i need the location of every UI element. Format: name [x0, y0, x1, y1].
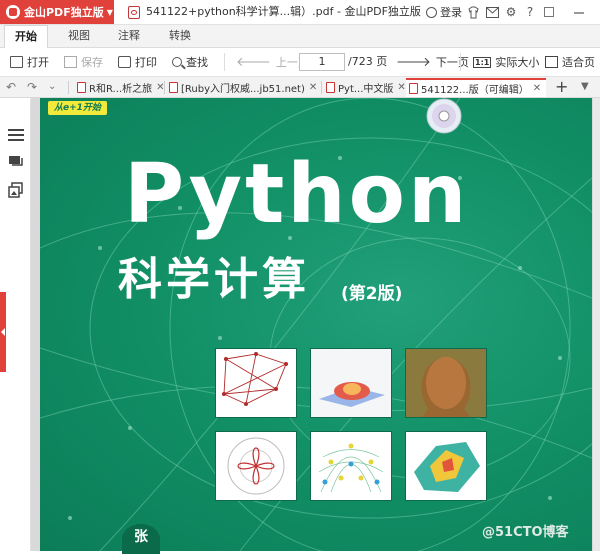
comments-icon[interactable]	[8, 155, 24, 172]
series-banner: 从e+1开始	[48, 101, 107, 115]
vertical-scrollbar[interactable]	[593, 98, 600, 551]
login-button[interactable]: 登录	[426, 0, 462, 24]
cover-author: 张	[122, 524, 160, 554]
save-button[interactable]: 保存	[64, 48, 103, 76]
pdf-file-icon	[409, 83, 418, 94]
undo-icon[interactable]: ↶	[6, 77, 16, 97]
outline-icon[interactable]	[8, 129, 24, 141]
cover-thumbnail	[405, 348, 487, 418]
page-number-input[interactable]: 1	[299, 53, 345, 71]
thumbnails-icon[interactable]	[8, 182, 24, 201]
print-icon	[118, 56, 131, 68]
page-total: /723 页	[348, 55, 388, 68]
mail-icon[interactable]	[484, 4, 500, 20]
search-icon	[172, 57, 182, 67]
doc-tab-label: 541122...版（可编辑）	[421, 85, 529, 96]
user-icon	[426, 6, 437, 18]
cover-thumbnail	[405, 431, 487, 501]
cover-edition: (第2版)	[341, 284, 403, 304]
app-menu-button[interactable]: 金山PDF独立版 ▼	[0, 0, 114, 24]
skin-icon[interactable]	[465, 4, 481, 20]
cover-title-en: Python	[124, 147, 470, 242]
close-icon[interactable]: ✕	[533, 83, 541, 94]
redo-icon[interactable]: ↷	[27, 77, 37, 97]
minimize-icon[interactable]	[571, 4, 587, 20]
tab-home[interactable]: 开始	[4, 25, 48, 48]
doc-tab-label: Pyt...中文版	[338, 84, 394, 95]
tab-divider	[164, 81, 165, 94]
close-icon[interactable]: ✕	[397, 82, 405, 93]
next-page-button[interactable]: 🡒 下一页	[396, 48, 469, 76]
doc-tab[interactable]: R和R...析之旅 ✕	[74, 78, 167, 97]
fit-page-label: 适合页	[562, 56, 595, 69]
window-title: 541122+python科学计算...辑）.pdf - 金山PDF独立版	[128, 0, 421, 24]
cover-title-cn: 科学计算	[118, 254, 310, 305]
pdf-file-icon	[169, 82, 178, 93]
doc-tab[interactable]: Pyt...中文版 ✕	[323, 78, 409, 97]
pdf-file-icon	[128, 5, 140, 19]
fit-page-icon	[545, 56, 558, 68]
cover-thumbnail	[310, 431, 392, 501]
tab-convert[interactable]: 转换	[159, 25, 201, 47]
app-logo-icon	[6, 5, 20, 19]
save-icon	[64, 56, 77, 68]
window-title-text: 541122+python科学计算...辑）.pdf - 金山PDF独立版	[146, 5, 421, 18]
find-label: 查找	[186, 56, 208, 69]
toolbar-divider	[460, 53, 461, 71]
find-button[interactable]: 查找	[172, 48, 208, 76]
chevron-down-icon: ▼	[106, 7, 113, 17]
open-label: 打开	[27, 56, 49, 69]
settings-icon[interactable]: ⚙	[503, 4, 519, 20]
print-button[interactable]: 打印	[118, 48, 157, 76]
doc-tab-active[interactable]: 541122...版（可编辑） ✕	[406, 78, 546, 97]
unknown-icon[interactable]	[541, 4, 557, 20]
cover-thumbnail	[310, 348, 392, 418]
tab-divider	[68, 81, 69, 94]
next-page-label: 下一页	[435, 56, 469, 69]
cd-disc-icon	[426, 98, 462, 134]
doc-tab-label: R和R...析之旅	[89, 84, 153, 95]
actual-size-button[interactable]: 1:1 实际大小	[473, 48, 539, 76]
new-tab-icon[interactable]: +	[555, 77, 568, 97]
cover-thumbnail	[215, 348, 297, 418]
cover-thumbnail	[215, 431, 297, 501]
sidebar-collapse-handle[interactable]	[0, 292, 6, 372]
toolbar-divider	[224, 53, 225, 71]
tab-view[interactable]: 视图	[58, 25, 100, 47]
chevron-down-icon[interactable]: ⌄	[48, 77, 56, 97]
fit-page-button[interactable]: 适合页	[545, 48, 595, 76]
close-icon[interactable]: ✕	[309, 82, 317, 93]
pdf-file-icon	[77, 82, 86, 93]
login-label: 登录	[440, 6, 462, 19]
actual-size-icon: 1:1	[473, 56, 492, 68]
folder-icon	[10, 56, 23, 68]
arrow-right-icon: 🡒	[396, 55, 431, 70]
app-name: 金山PDF独立版	[24, 6, 104, 19]
arrow-left-icon: 🡐	[236, 55, 271, 70]
tab-divider	[321, 81, 322, 94]
doc-tab-label: [Ruby入门权威...jb51.net)	[181, 84, 305, 95]
save-label: 保存	[81, 56, 103, 69]
open-button[interactable]: 打开	[10, 48, 49, 76]
doc-tab[interactable]: [Ruby入门权威...jb51.net) ✕	[166, 78, 320, 97]
tab-annotate[interactable]: 注释	[108, 25, 150, 47]
print-label: 打印	[135, 56, 157, 69]
watermark: @51CTO博客	[482, 525, 569, 540]
help-icon[interactable]: ?	[522, 4, 538, 20]
prev-page-button[interactable]: 🡐 上一页	[236, 48, 309, 76]
chevron-down-icon[interactable]: ▼	[581, 77, 589, 97]
actual-size-label: 实际大小	[495, 56, 540, 69]
pdf-file-icon	[326, 82, 335, 93]
